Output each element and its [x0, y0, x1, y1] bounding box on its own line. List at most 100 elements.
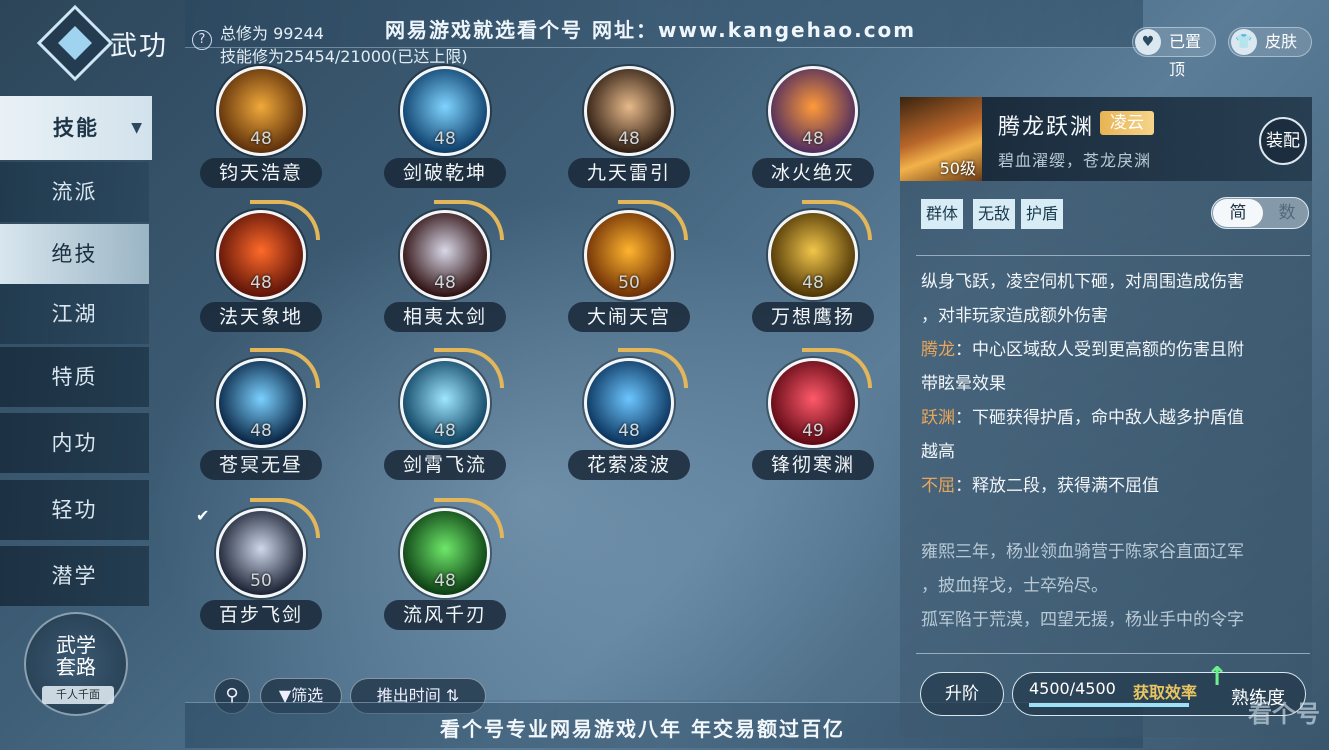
back-diamond-icon[interactable] — [36, 4, 114, 82]
keyword-text: ：中心区域敌人受到更高额的伤害且附 — [955, 340, 1244, 360]
skill-card[interactable]: 48 剑破乾坤 — [384, 66, 506, 206]
sidebar-item-ultimate[interactable]: 绝技 — [0, 224, 149, 284]
toggle-simple[interactable]: 简 — [1213, 199, 1263, 227]
toggle-numeric[interactable]: 数 — [1266, 199, 1308, 227]
skill-name: 花萦凌波 — [568, 450, 690, 480]
sidebar-item-inner-skill[interactable]: 内功 — [0, 413, 149, 473]
sidebar-item-skill[interactable]: 技能 ▼ — [0, 96, 152, 160]
watermark-bottom-text: 看个号专业网易游戏八年 年交易额过百亿 — [440, 717, 845, 741]
skill-name: 流风千刃 — [384, 600, 506, 630]
martial-routine-button[interactable]: 武学 套路 千人千面 — [24, 612, 128, 716]
sidebar-item-label: 江湖 — [51, 302, 98, 326]
skill-name: 冰火绝灭 — [752, 158, 874, 188]
martial-routine-line2: 套路 — [56, 655, 96, 679]
skill-name: 大闹天宫 — [568, 302, 690, 332]
skill-card[interactable]: 48 剑霄飞流 — [384, 348, 506, 498]
skill-name: 锋彻寒渊 — [752, 450, 874, 480]
divider — [916, 653, 1310, 654]
lore-line: 雍熙三年，杨业领血骑营于陈家谷直面辽军 — [921, 542, 1244, 562]
upgrade-button[interactable]: 升阶 — [920, 672, 1004, 716]
skill-card[interactable]: 50 ✔ 百步飞剑 — [196, 498, 322, 648]
martial-routine-sub: 千人千面 — [42, 686, 114, 704]
skill-level-label: 50级 — [939, 159, 976, 178]
chevron-down-icon: ▼ — [131, 120, 144, 136]
skill-card[interactable]: 48 钧天浩意 — [200, 66, 322, 206]
keyword: 腾龙 — [921, 340, 955, 360]
keyword-text: ：下砸获得护盾，命中敌人越多护盾值 — [955, 408, 1244, 428]
skill-card[interactable]: 48 相夷太剑 — [384, 200, 506, 350]
skill-name: 法天象地 — [200, 302, 322, 332]
skill-name: 苍冥无昼 — [200, 450, 322, 480]
skill-level: 48 — [250, 129, 272, 149]
skill-name: 剑霄飞流 — [384, 450, 506, 480]
desc-line: 不屈：释放二段，获得满不屈值 — [921, 469, 1309, 503]
skill-level: 48 — [618, 129, 640, 149]
skill-icon: 48 — [584, 66, 674, 156]
sidebar-item-school[interactable]: 流派 — [0, 162, 149, 222]
skill-name: 九天雷引 — [568, 158, 690, 188]
equip-button[interactable]: 装配 — [1259, 117, 1307, 165]
skill-tag: 凌云 — [1100, 111, 1154, 135]
sidebar-item-lightness[interactable]: 轻功 — [0, 480, 149, 540]
skill-name: 百步飞剑 — [200, 600, 322, 630]
pinned-button[interactable]: ♥ 已置顶 — [1132, 27, 1216, 79]
skill-name: 钧天浩意 — [200, 158, 322, 188]
desc-line: 腾龙：中心区域敌人受到更高额的伤害且附 — [921, 333, 1309, 367]
skill-card[interactable]: 48 冰火绝灭 — [752, 66, 874, 206]
sidebar-item-label: 内功 — [51, 431, 98, 455]
skill-level: 48 — [434, 273, 456, 293]
skill-level: 48 — [802, 129, 824, 149]
pinned-label: 已置顶 — [1169, 32, 1202, 79]
keyword: 不屈 — [921, 476, 955, 496]
watermark-top-text: 网易游戏就选看个号 网址：www.kangehao.com — [385, 18, 917, 42]
skill-icon: 48 — [400, 66, 490, 156]
skill-name: 万想鹰扬 — [752, 302, 874, 332]
skill-name: 相夷太剑 — [384, 302, 506, 332]
skill-level: 49 — [802, 421, 824, 441]
desc-line: 带眩晕效果 — [921, 374, 1006, 394]
heart-icon: ♥ — [1135, 29, 1161, 55]
skin-label: 皮肤 — [1265, 32, 1298, 51]
skill-level: 48 — [434, 421, 456, 441]
sidebar-item-label: 轻功 — [51, 498, 98, 522]
desc-line: 越高 — [921, 442, 955, 462]
skill-card[interactable]: 48 万想鹰扬 — [752, 200, 874, 350]
page-title: 武功 — [110, 31, 168, 62]
skill-title: 腾龙跃渊 — [998, 115, 1095, 140]
skill-card[interactable]: 50 大闹天宫 — [568, 200, 690, 350]
skill-card[interactable]: 49 锋彻寒渊 — [752, 348, 874, 498]
skill-level: 50 — [618, 273, 640, 293]
sidebar-item-label: 技能 — [53, 116, 99, 140]
attr-badge: 群体 — [921, 199, 963, 229]
simple-numeric-toggle[interactable]: 简 数 — [1211, 197, 1309, 229]
sidebar-item-jianghu[interactable]: 江湖 — [0, 284, 149, 344]
desc-line: 跃渊：下砸获得护盾，命中敌人越多护盾值 — [921, 401, 1309, 435]
skill-subtitle: 碧血濯缨，苍龙戾渊 — [998, 151, 1152, 170]
skill-level: 48 — [434, 571, 456, 591]
sidebar-item-traits[interactable]: 特质 — [0, 347, 149, 407]
skill-name: 剑破乾坤 — [384, 158, 506, 188]
keyword-text: ：释放二段，获得满不屈值 — [955, 476, 1159, 496]
watermark-banner-top: 网易游戏就选看个号 网址：www.kangehao.com — [185, 0, 1143, 48]
skill-description: 纵身飞跃，凌空伺机下砸，对周围造成伤害 ，对非玩家造成额外伤害 腾龙：中心区域敌… — [921, 265, 1309, 503]
shirt-icon: 👕 — [1231, 29, 1257, 55]
skill-card[interactable]: 48 法天象地 — [200, 200, 322, 350]
skill-level: 48 — [802, 273, 824, 293]
sidebar-item-latent[interactable]: 潜学 — [0, 546, 149, 606]
skin-button[interactable]: 👕 皮肤 — [1228, 27, 1312, 57]
skill-card[interactable]: 48 花萦凌波 — [568, 348, 690, 498]
sidebar-item-label: 流派 — [51, 180, 98, 204]
help-icon[interactable]: ? — [192, 30, 212, 50]
skill-level: 48 — [434, 129, 456, 149]
skill-detail-panel: 50级 腾龙跃渊 凌云 碧血濯缨，苍龙戾渊 装配 群体 无敌 护盾 简 数 纵身… — [900, 97, 1312, 737]
skill-icon: 48 — [216, 66, 306, 156]
lore-line: 孤军陷于荒漠，四望无援，杨业手中的令字 — [921, 610, 1244, 630]
sidebar-item-label: 潜学 — [51, 564, 98, 588]
checkmark-icon: ✔ — [196, 506, 210, 525]
skill-card[interactable]: 48 苍冥无昼 — [200, 348, 322, 498]
skill-card[interactable]: 48 九天雷引 — [568, 66, 690, 206]
attr-badge: 无敌 — [973, 199, 1015, 229]
proficiency-value: 4500/4500 — [1029, 679, 1116, 698]
skill-level: 48 — [250, 273, 272, 293]
skill-card[interactable]: 48 流风千刃 — [384, 498, 506, 648]
